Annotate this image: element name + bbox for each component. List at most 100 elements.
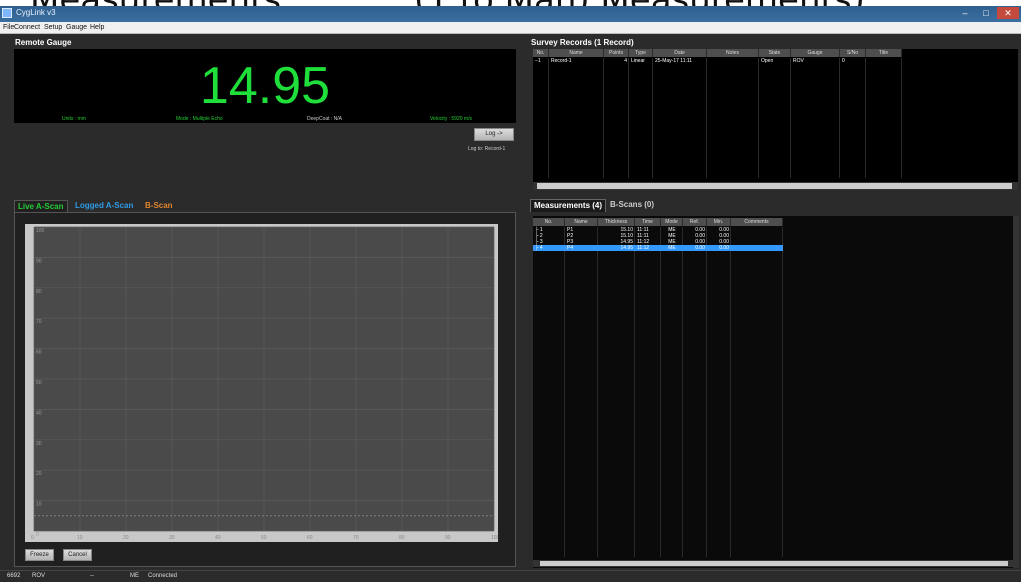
gauge-deepcoat: DeepCoat : N/A <box>307 116 343 122</box>
ascan-plot: 1009080706050403020100 0 10 20 30 40 50 60 70 80… <box>25 224 498 542</box>
log-to-label: Log to: Record-1 <box>468 146 506 152</box>
freeze-button[interactable]: Freeze <box>25 549 54 561</box>
column-separator <box>782 227 783 557</box>
x-tick-label: 0 <box>31 535 34 541</box>
column-separator <box>660 227 661 557</box>
x-tick-label: 60 <box>307 535 313 541</box>
measurements-scroll-thumb[interactable] <box>540 561 1008 566</box>
menu-gauge[interactable]: Gauge <box>66 22 87 33</box>
x-tick-label: 100 <box>491 535 498 541</box>
cancel-button[interactable]: Cancel <box>63 549 92 561</box>
column-separator <box>682 227 683 557</box>
window-title: CygLink v3 <box>16 8 56 17</box>
close-button[interactable]: ✕ <box>997 7 1019 19</box>
menu-file[interactable]: File <box>3 22 14 33</box>
y-tick-label: 0 <box>36 532 39 538</box>
column-header[interactable]: Name <box>565 218 598 226</box>
survey-records-title: Survey Records (1 Record) <box>531 38 634 47</box>
measurements-vscrollbar[interactable] <box>1013 216 1019 568</box>
column-header[interactable]: Title <box>866 49 902 57</box>
title-bar: CygLink v3 – □ ✕ <box>0 6 1021 22</box>
gauge-display: 14.95 <box>14 49 516 123</box>
gauge-velocity: Velocity : 5920 m/s <box>430 116 472 122</box>
remote-gauge-title: Remote Gauge <box>15 38 72 47</box>
gauge-mode: Mode : Multiple Echo <box>176 116 223 122</box>
measurements-header: No. Name Thickness Time Mode Ref. Min. Comments <box>533 218 1018 226</box>
app-icon <box>2 8 12 18</box>
status-serial: 6692 <box>7 573 21 579</box>
minimize-button[interactable]: – <box>955 7 975 19</box>
column-separator <box>628 58 629 178</box>
column-separator <box>839 58 840 178</box>
column-separator <box>597 227 598 557</box>
survey-records-table: No. Name Points Type Date Notes State Gauge S/No… <box>533 49 1018 190</box>
column-header[interactable]: Type <box>629 49 653 57</box>
x-tick-label: 50 <box>261 535 267 541</box>
column-separator <box>706 227 707 557</box>
maximize-button[interactable]: □ <box>976 7 996 19</box>
y-tick-label: 20 <box>36 471 42 477</box>
tab-measurements[interactable]: Measurements (4) <box>530 199 607 212</box>
column-separator <box>901 58 902 178</box>
column-header[interactable]: Time <box>635 218 661 226</box>
measurements-body: ├ 1 P1 15.10 11:11 ME 0.00 0.00 ├ 2 P2 15.10 11:11… <box>533 227 1018 557</box>
table-cell: 11:12 <box>637 245 650 251</box>
y-tick-label: 60 <box>36 350 42 356</box>
x-tick-label: 40 <box>215 535 221 541</box>
menu-help[interactable]: Help <box>90 22 104 33</box>
x-tick-label: 10 <box>77 535 83 541</box>
x-tick-label: 20 <box>123 535 129 541</box>
status-mode: ME <box>130 573 139 579</box>
tab-live-ascan[interactable]: Live A-Scan <box>14 200 68 212</box>
column-header[interactable]: Gauge <box>791 49 840 57</box>
column-header[interactable]: Mode <box>661 218 683 226</box>
table-cell: ├ 4 <box>535 245 543 251</box>
menu-setup[interactable]: Setup <box>44 22 62 33</box>
x-tick-label: 30 <box>169 535 175 541</box>
x-tick-label: 90 <box>445 535 451 541</box>
status-gauge: ROV <box>32 573 46 579</box>
measurements-table: No. Name Thickness Time Mode Ref. Min. Comments… <box>533 216 1018 568</box>
log-button[interactable]: Log -> <box>474 128 514 141</box>
column-header[interactable]: Points <box>604 49 629 57</box>
table-cell: ROV <box>793 58 804 64</box>
table-cell: 14.95 <box>620 245 633 251</box>
table-cell: 0.00 <box>719 245 729 251</box>
y-tick-label: 40 <box>36 410 42 416</box>
column-separator <box>548 58 549 178</box>
status-bar: 6692 ROV -- ME Connected <box>0 570 1021 582</box>
y-tick-label: 30 <box>36 441 42 447</box>
tab-bscan[interactable]: B-Scan <box>142 200 176 212</box>
y-tick-label: 70 <box>36 319 42 325</box>
column-header[interactable]: State <box>759 49 791 57</box>
survey-scroll-thumb[interactable] <box>537 183 1012 189</box>
column-header[interactable]: No. <box>533 218 565 226</box>
column-header[interactable]: Name <box>549 49 604 57</box>
status-connection: Connected <box>148 573 178 579</box>
column-header[interactable]: Min. <box>707 218 731 226</box>
x-tick-label: 70 <box>353 535 359 541</box>
y-tick-label: 10 <box>36 502 42 508</box>
column-header[interactable]: S/No <box>840 49 866 57</box>
column-header[interactable]: Ref. <box>683 218 707 226</box>
table-cell: 0.00 <box>695 245 705 251</box>
table-cell: ME <box>668 245 676 251</box>
table-cell: −1 <box>535 58 541 64</box>
table-cell: 25-May-17 11:11 <box>655 58 693 64</box>
table-row[interactable]: ├ 4 P4 14.95 11:12 ME 0.00 0.00 <box>533 245 783 251</box>
survey-body: −1 Record-1 4 Linear 25-May-17 11:11 Open ROV 0 <box>533 58 1018 188</box>
column-header[interactable]: Thickness <box>598 218 635 226</box>
menu-connect[interactable]: Connect <box>14 22 40 33</box>
column-header[interactable]: Date <box>653 49 707 57</box>
column-separator <box>634 227 635 557</box>
column-header[interactable]: Comments <box>731 218 783 226</box>
table-cell: 4 <box>624 58 627 64</box>
column-separator <box>865 58 866 178</box>
tab-bscans[interactable]: B-Scans (0) <box>610 199 654 211</box>
column-header[interactable]: No. <box>533 49 549 57</box>
y-tick-label: 90 <box>36 258 42 264</box>
column-header[interactable]: Notes <box>707 49 759 57</box>
tab-logged-ascan[interactable]: Logged A-Scan <box>72 200 136 212</box>
table-row[interactable]: −1 Record-1 4 Linear 25-May-17 11:11 Open ROV 0 <box>533 58 902 64</box>
status-dash: -- <box>90 573 94 579</box>
